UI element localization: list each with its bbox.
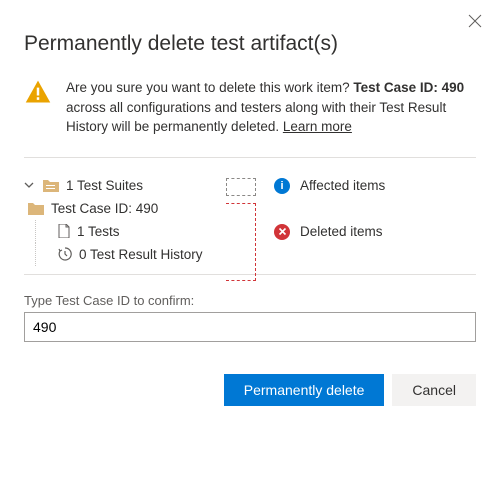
cancel-button[interactable]: Cancel xyxy=(392,374,476,406)
tree-label: 0 Test Result History xyxy=(79,247,203,262)
close-button[interactable] xyxy=(464,10,486,36)
tree-label: 1 Test Suites xyxy=(66,178,143,193)
legend-deleted: Deleted items xyxy=(274,224,476,240)
learn-more-link[interactable]: Learn more xyxy=(283,119,352,134)
dialog-title: Permanently delete test artifact(s) xyxy=(24,32,476,56)
close-icon xyxy=(468,14,482,28)
permanently-delete-button[interactable]: Permanently delete xyxy=(224,374,385,406)
folder-icon xyxy=(28,201,44,215)
warning-message: Are you sure you want to delete this wor… xyxy=(24,78,476,137)
legend: i Affected items Deleted items xyxy=(274,174,476,266)
info-icon: i xyxy=(274,178,290,194)
deleted-bracket xyxy=(226,203,256,281)
tree-label: 1 Tests xyxy=(77,224,120,239)
document-icon xyxy=(58,224,70,238)
legend-label: Affected items xyxy=(300,178,385,193)
dialog-footer: Permanently delete Cancel xyxy=(24,374,476,406)
warning-text: Are you sure you want to delete this wor… xyxy=(66,78,476,137)
tree-node-history[interactable]: 0 Test Result History xyxy=(35,243,224,266)
tree-node-suites[interactable]: 1 Test Suites xyxy=(24,174,224,197)
tree-legend-area: 1 Test Suites Test Case ID: 490 1 Tests … xyxy=(24,174,476,266)
artifact-tree: 1 Test Suites Test Case ID: 490 1 Tests … xyxy=(24,174,224,266)
confirm-input[interactable] xyxy=(24,312,476,342)
chevron-down-icon xyxy=(24,180,36,190)
dialog-permanently-delete: Permanently delete test artifact(s) Are … xyxy=(0,0,500,426)
divider xyxy=(24,157,476,158)
warning-icon xyxy=(24,78,52,137)
tree-node-tests[interactable]: 1 Tests xyxy=(35,220,224,243)
history-icon xyxy=(58,247,72,261)
error-icon xyxy=(274,224,290,240)
bracket-column xyxy=(224,174,274,266)
confirm-label: Type Test Case ID to confirm: xyxy=(24,293,476,308)
tree-node-testcase[interactable]: Test Case ID: 490 xyxy=(24,197,224,220)
warning-prefix: Are you sure you want to delete this wor… xyxy=(66,80,353,95)
legend-affected: i Affected items xyxy=(274,178,476,194)
warning-suffix: across all configurations and testers al… xyxy=(66,100,446,135)
warning-bold: Test Case ID: 490 xyxy=(353,80,464,95)
affected-bracket xyxy=(226,178,256,196)
folder-list-icon xyxy=(43,178,59,192)
tree-label: Test Case ID: 490 xyxy=(51,201,158,216)
legend-label: Deleted items xyxy=(300,224,383,239)
